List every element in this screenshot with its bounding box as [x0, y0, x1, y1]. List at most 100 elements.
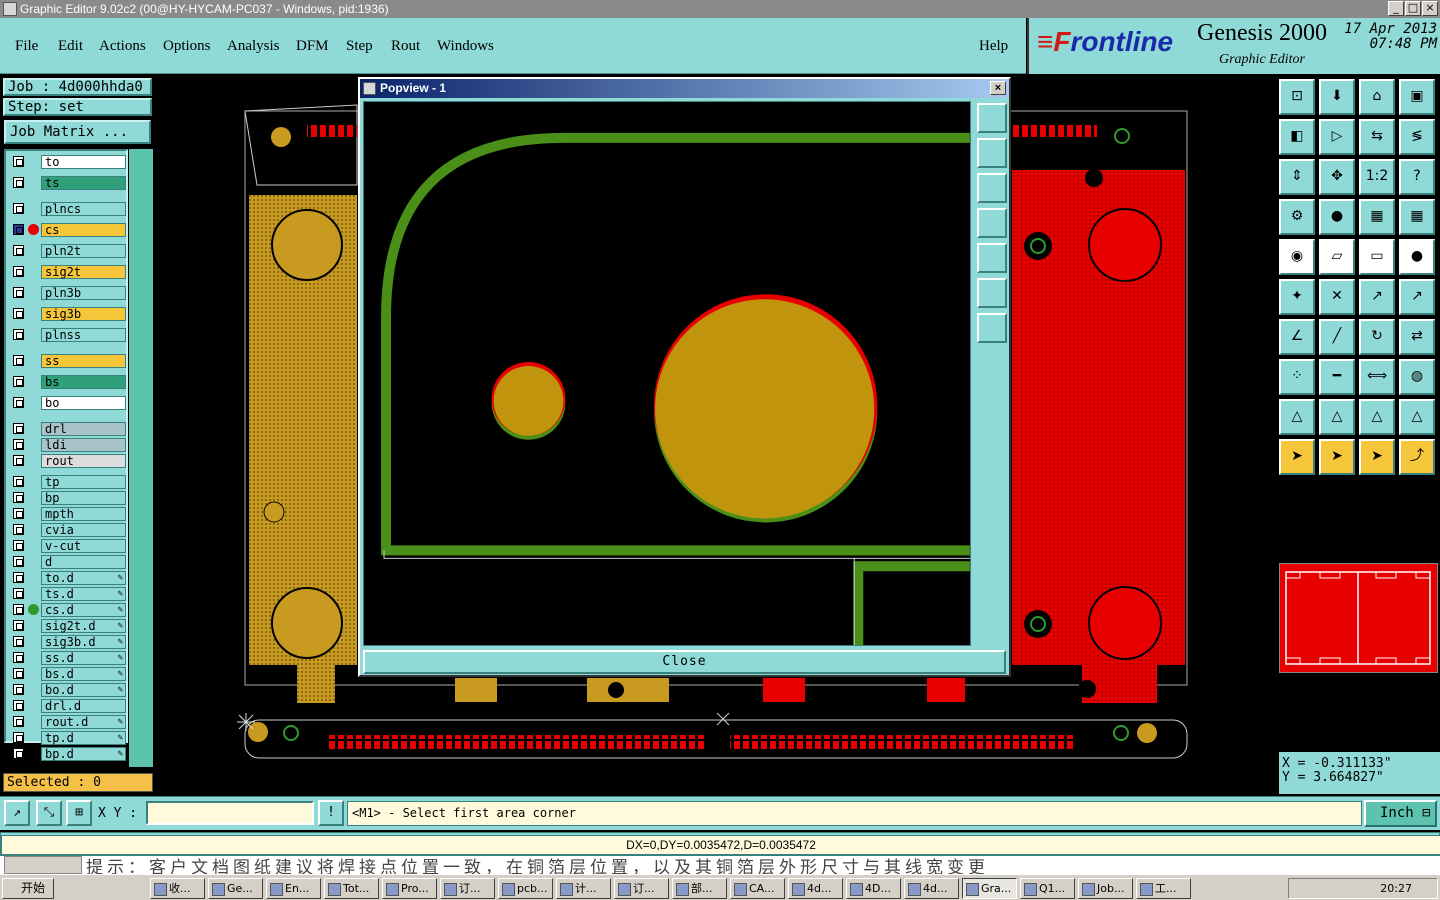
layer-checkbox[interactable]	[13, 636, 24, 647]
popview-pan-up-button[interactable]	[977, 138, 1007, 168]
select-b-icon[interactable]: ➤	[1319, 439, 1355, 475]
layer-row-ss[interactable]: ss	[8, 354, 126, 368]
taskbar-item[interactable]: 4d...	[904, 878, 959, 899]
layer-name[interactable]: to.d ✎	[41, 571, 126, 585]
layer-checkbox[interactable]	[13, 329, 24, 340]
layer-checkbox[interactable]	[13, 492, 24, 503]
start-button[interactable]: 开始	[2, 878, 54, 899]
menu-edit[interactable]: Edit	[58, 38, 83, 55]
taskbar-item[interactable]: 收...	[150, 878, 205, 899]
layer-checkbox[interactable]	[13, 604, 24, 615]
taskbar-item[interactable]: 4D...	[846, 878, 901, 899]
layer-name[interactable]: v-cut	[41, 539, 126, 553]
add-dot-icon[interactable]: ●	[1399, 239, 1435, 275]
layer-name[interactable]: ts	[41, 176, 126, 190]
layer-checkbox[interactable]	[13, 572, 24, 583]
menu-options[interactable]: Options	[163, 38, 211, 55]
maximize-button[interactable]: □	[1405, 1, 1421, 16]
layer-checkbox[interactable]	[13, 376, 24, 387]
center-icon[interactable]: ✥	[1319, 159, 1355, 195]
layer-row-cs-d[interactable]: cs.d ✎	[8, 603, 126, 617]
layer-checkbox[interactable]	[13, 556, 24, 567]
layer-checkbox[interactable]	[13, 266, 24, 277]
layer-checkbox[interactable]	[13, 397, 24, 408]
xy-input[interactable]	[146, 801, 314, 825]
layer-checkbox[interactable]	[13, 748, 24, 759]
snap-icon[interactable]: ↗	[4, 800, 30, 826]
layer-name[interactable]: ldi	[41, 438, 126, 452]
layer-name[interactable]: drl.d	[41, 699, 126, 713]
layer-checkbox[interactable]	[13, 423, 24, 434]
grid-icon[interactable]: ⊞	[66, 800, 92, 826]
layer-row-sig3b-d[interactable]: sig3b.d ✎	[8, 635, 126, 649]
layer-checkbox[interactable]	[13, 203, 24, 214]
flip-icon[interactable]: ⇆	[1359, 119, 1395, 155]
layer-row-sig2t[interactable]: sig2t	[8, 265, 126, 279]
layer-row-rout-d[interactable]: rout.d ✎	[8, 715, 126, 729]
menu-rout[interactable]: Rout	[391, 38, 420, 55]
menu-file[interactable]: File	[15, 38, 38, 55]
layer-checkbox[interactable]	[13, 508, 24, 519]
layout-icon[interactable]: ▣	[1399, 79, 1435, 115]
layer-name[interactable]: ss.d ✎	[41, 651, 126, 665]
line-icon[interactable]: ╱	[1319, 319, 1355, 355]
layer-name[interactable]: bp.d ✎	[41, 747, 126, 761]
menu-actions[interactable]: Actions	[99, 38, 146, 55]
home-icon[interactable]: ⌂	[1359, 79, 1395, 115]
settings-icon[interactable]: ⚙	[1279, 199, 1315, 235]
ime-toolbar[interactable]	[4, 856, 82, 874]
layer-row-sig2t-d[interactable]: sig2t.d ✎	[8, 619, 126, 633]
swap-icon[interactable]: ≶	[1399, 119, 1435, 155]
layer-row-v-cut[interactable]: v-cut	[8, 539, 126, 553]
layer-checkbox[interactable]	[13, 700, 24, 711]
overview-thumbnail[interactable]	[1279, 563, 1438, 673]
layer-row-bp-d[interactable]: bp.d ✎	[8, 747, 126, 761]
node-icon[interactable]: ✦	[1279, 279, 1315, 315]
taskbar-item[interactable]: 工...	[1136, 878, 1191, 899]
layer-row-rout[interactable]: rout	[8, 454, 126, 468]
arrow-up-icon[interactable]: ↗	[1359, 279, 1395, 315]
layer-name[interactable]: bs.d ✎	[41, 667, 126, 681]
triangle-b-icon[interactable]: △	[1319, 399, 1355, 435]
add-line-icon[interactable]: ▱	[1319, 239, 1355, 275]
triangle-icon[interactable]: △	[1279, 399, 1315, 435]
layer-checkbox[interactable]	[13, 476, 24, 487]
popview-zoom-out-button[interactable]	[977, 278, 1007, 308]
layer-name[interactable]: sig3b	[41, 307, 126, 321]
layer-checkbox[interactable]	[13, 245, 24, 256]
layer-name[interactable]: plncs	[41, 202, 126, 216]
close-window-button[interactable]: ×	[1422, 1, 1438, 16]
zoom-in-icon[interactable]: ⬇	[1319, 79, 1355, 115]
popview-pan-down-button[interactable]	[977, 173, 1007, 203]
layer-row-drl[interactable]: drl	[8, 422, 126, 436]
job-matrix-button[interactable]: Job Matrix ...	[4, 120, 151, 144]
zoom-home-icon[interactable]: ⊡	[1279, 79, 1315, 115]
mirror-icon[interactable]: ⇄	[1399, 319, 1435, 355]
taskbar-item[interactable]: 订...	[614, 878, 669, 899]
layer-checkbox[interactable]	[13, 668, 24, 679]
layer-checkbox[interactable]	[13, 716, 24, 727]
layer-row-cvia[interactable]: cvia	[8, 523, 126, 537]
layer-checkbox[interactable]	[13, 156, 24, 167]
layer-checkbox[interactable]	[13, 620, 24, 631]
select-icon[interactable]: ➤	[1279, 439, 1315, 475]
layer-row-pln2t[interactable]: pln2t	[8, 244, 126, 258]
select-c-icon[interactable]: ➤	[1359, 439, 1395, 475]
taskbar-item[interactable]: pcb...	[498, 878, 553, 899]
popview-pan-right-button[interactable]	[977, 243, 1007, 273]
rotate-icon[interactable]: ↻	[1359, 319, 1395, 355]
layer-row-ss-d[interactable]: ss.d ✎	[8, 651, 126, 665]
popview-zoom-in-button[interactable]	[977, 313, 1007, 343]
layer-list-scrollbar[interactable]	[129, 149, 153, 767]
taskbar-item[interactable]: Q1...	[1020, 878, 1075, 899]
taskbar-item[interactable]: Job...	[1078, 878, 1133, 899]
layer-row-bp[interactable]: bp	[8, 491, 126, 505]
ruler-icon[interactable]: ⟺	[1359, 359, 1395, 395]
taskbar-item[interactable]: 计...	[556, 878, 611, 899]
layer-name[interactable]: cs.d ✎	[41, 603, 126, 617]
minimize-button[interactable]: _	[1388, 1, 1404, 16]
layer-row-ts[interactable]: ts	[8, 176, 126, 190]
layer-row-to-d[interactable]: to.d ✎	[8, 571, 126, 585]
taskbar-item[interactable]: Gra...	[962, 878, 1017, 899]
layer-name[interactable]: mpth	[41, 507, 126, 521]
